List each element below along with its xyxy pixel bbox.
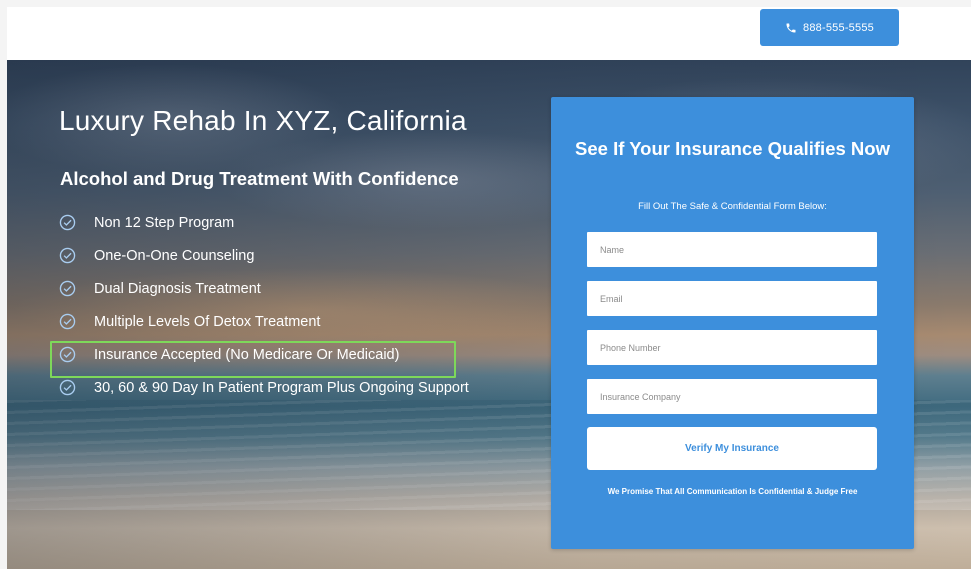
insurance-form: See If Your Insurance Qualifies Now Fill… — [551, 97, 914, 549]
feature-item: Multiple Levels Of Detox Treatment — [59, 305, 469, 338]
page-title: Luxury Rehab In XYZ, California — [59, 105, 467, 136]
form-title: See If Your Insurance Qualifies Now — [575, 138, 890, 159]
insurance-company-field[interactable] — [587, 379, 877, 414]
page-subtitle: Alcohol and Drug Treatment With Confiden… — [60, 168, 459, 189]
hero-section: Luxury Rehab In XYZ, California Alcohol … — [7, 60, 971, 569]
check-circle-icon — [59, 379, 76, 396]
form-subtitle: Fill Out The Safe & Confidential Form Be… — [638, 201, 827, 212]
phone-number-field[interactable] — [587, 330, 877, 365]
check-circle-icon — [59, 313, 76, 330]
feature-label: Multiple Levels Of Detox Treatment — [94, 313, 321, 330]
feature-label: Dual Diagnosis Treatment — [94, 280, 261, 297]
feature-label: Non 12 Step Program — [94, 214, 235, 231]
page: 888-555-5555 Luxury Rehab In XYZ, Califo… — [7, 7, 971, 569]
verify-insurance-button[interactable]: Verify My Insurance — [587, 427, 877, 470]
insurance-highlight-box — [50, 341, 456, 378]
confidentiality-note: We Promise That All Communication Is Con… — [607, 487, 858, 496]
phone-number-label: 888-555-5555 — [803, 21, 874, 34]
check-circle-icon — [59, 247, 76, 264]
feature-label: One-On-One Counseling — [94, 247, 255, 264]
top-bar: 888-555-5555 — [7, 7, 971, 60]
name-field[interactable] — [587, 232, 877, 267]
phone-icon — [785, 22, 797, 34]
call-phone-button[interactable]: 888-555-5555 — [760, 9, 899, 46]
feature-item: Non 12 Step Program — [59, 206, 469, 239]
check-circle-icon — [59, 214, 76, 231]
feature-item: Dual Diagnosis Treatment — [59, 272, 469, 305]
feature-item: One-On-One Counseling — [59, 239, 469, 272]
email-field[interactable] — [587, 281, 877, 316]
feature-label: 30, 60 & 90 Day In Patient Program Plus … — [94, 379, 469, 396]
check-circle-icon — [59, 280, 76, 297]
